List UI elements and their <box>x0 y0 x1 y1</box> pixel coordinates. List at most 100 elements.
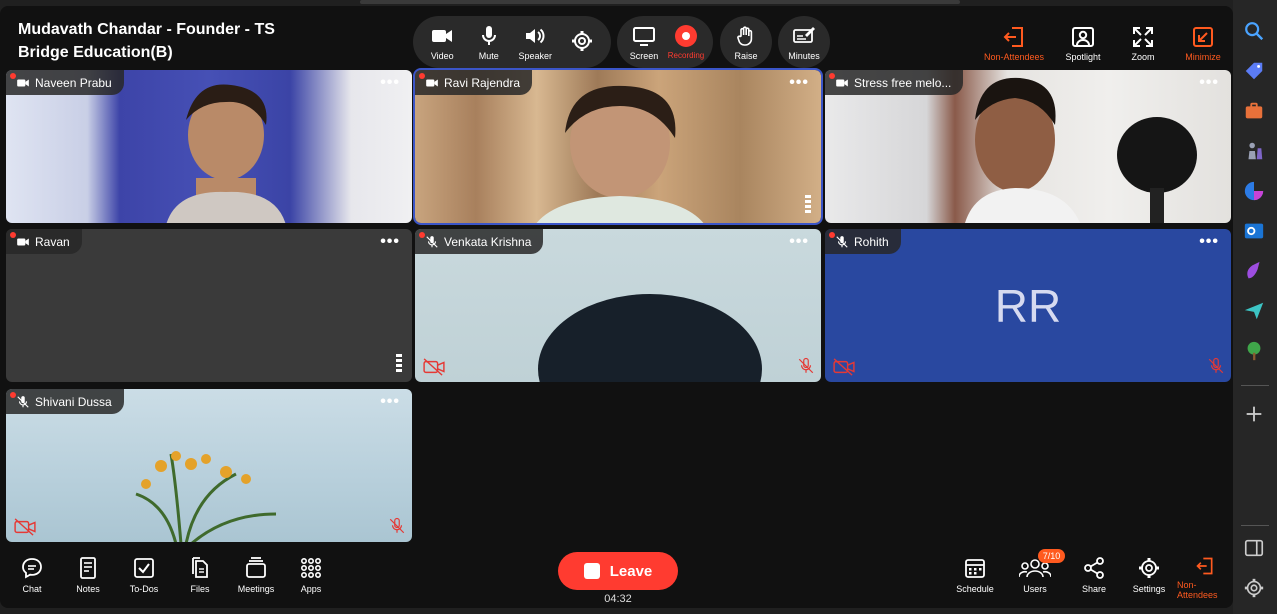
tree-icon[interactable] <box>1243 340 1265 362</box>
participant-tile[interactable]: Naveen Prabu ••• <box>6 70 412 223</box>
raise-control: Raise <box>720 16 772 68</box>
participant-tile[interactable]: Venkata Krishna ••• <box>415 229 821 382</box>
speaker-button[interactable]: Speaker <box>512 18 559 66</box>
camera-off-icon <box>423 358 445 376</box>
recording-indicator <box>10 73 16 79</box>
apps-grid-icon <box>300 557 321 578</box>
more-options-button[interactable]: ••• <box>789 233 809 251</box>
participant-name: Venkata Krishna <box>444 234 532 249</box>
spotlight-button[interactable]: Spotlight <box>1053 20 1113 66</box>
todos-button[interactable]: To-Dos <box>116 556 172 600</box>
files-icon <box>192 557 208 578</box>
plus-icon[interactable] <box>1243 403 1265 425</box>
recording-indicator <box>419 73 425 79</box>
video-camera-icon <box>836 79 848 86</box>
briefcase-icon[interactable] <box>1243 100 1265 122</box>
chat-bubble-icon <box>22 558 42 579</box>
apps-button[interactable]: Apps <box>283 556 339 600</box>
participant-tile[interactable]: Stress free melo... ••• <box>825 70 1231 223</box>
outlook-icon[interactable] <box>1243 220 1265 242</box>
participant-name: Shivani Dussa <box>35 394 112 409</box>
device-settings-button[interactable] <box>559 18 606 66</box>
gear-icon <box>1139 558 1159 578</box>
participant-name: Stress free melo... <box>854 75 952 90</box>
leave-button[interactable]: Leave <box>558 552 678 590</box>
video-button[interactable]: Video <box>419 18 466 66</box>
camera-off-icon <box>14 518 36 536</box>
participant-name-tag: Stress free melo... <box>825 70 964 95</box>
participant-name: Rohith <box>854 234 889 249</box>
participant-name-tag: Venkata Krishna <box>415 229 544 254</box>
non-attendees-button[interactable]: Non-Attendees <box>975 20 1053 66</box>
participant-name: Ravan <box>35 234 70 249</box>
designer-icon[interactable] <box>1243 260 1265 282</box>
microphone-icon <box>481 25 496 45</box>
exit-door-icon <box>1196 557 1213 575</box>
chess-icon[interactable] <box>1243 140 1265 162</box>
audio-level-icon <box>396 354 402 372</box>
search-icon[interactable] <box>1243 20 1265 42</box>
meetings-button[interactable]: Meetings <box>228 556 284 600</box>
share-icon <box>1084 557 1104 579</box>
checkbox-icon <box>134 558 154 578</box>
more-options-button[interactable]: ••• <box>1199 74 1219 92</box>
copilot-icon[interactable] <box>1243 180 1265 202</box>
users-count-badge: 7/10 <box>1038 549 1065 563</box>
recording-indicator <box>10 232 16 238</box>
minutes-button[interactable]: Minutes <box>780 18 828 66</box>
notes-button[interactable]: Notes <box>60 556 116 600</box>
screen-record-controls: Screen Recording <box>617 16 713 68</box>
video-camera-icon <box>17 79 29 86</box>
more-options-button[interactable]: ••• <box>380 393 400 411</box>
settings-button[interactable]: Settings <box>1121 556 1177 600</box>
meeting-timer: 04:32 <box>604 593 632 605</box>
recording-button[interactable]: Recording <box>665 18 707 66</box>
participant-name-tag: Rohith <box>825 229 901 254</box>
browser-sidebar <box>1233 0 1277 614</box>
participant-tile[interactable]: Shivani Dussa ••• <box>6 389 412 542</box>
minimize-arrow-icon <box>1193 26 1213 47</box>
minutes-pen-icon <box>793 26 815 43</box>
participant-tile-active-speaker[interactable]: Ravi Rajendra ••• <box>413 68 823 225</box>
video-feed <box>538 294 762 382</box>
schedule-button[interactable]: Schedule <box>947 556 1003 600</box>
video-feed <box>135 451 277 542</box>
monitor-icon <box>633 26 655 46</box>
record-icon <box>675 25 697 47</box>
gear-icon[interactable] <box>1243 577 1265 599</box>
app-window: Mudavath Chandar - Founder - TS Bridge E… <box>0 0 1277 614</box>
recording-indicator <box>419 232 425 238</box>
video-camera-icon <box>17 238 29 245</box>
screen-share-button[interactable]: Screen <box>623 18 665 66</box>
sidebar-divider <box>1241 385 1269 386</box>
camera-off-icon <box>833 358 855 376</box>
more-options-button[interactable]: ••• <box>380 233 400 251</box>
sidebar-toggle-icon[interactable] <box>1243 537 1265 559</box>
mic-off-icon <box>798 357 814 374</box>
mic-off-icon <box>426 235 438 248</box>
zoom-button[interactable]: Zoom <box>1113 20 1173 66</box>
top-scrollbar[interactable] <box>360 0 960 4</box>
stop-square-icon <box>583 563 600 579</box>
chat-button[interactable]: Chat <box>4 556 60 600</box>
participant-tile[interactable]: Ravan ••• <box>6 229 412 382</box>
participant-tile[interactable]: RR Rohith ••• <box>825 229 1231 382</box>
share-button[interactable]: Share <box>1066 556 1122 600</box>
meetings-stack-icon <box>246 557 266 578</box>
video-camera-icon <box>426 79 438 86</box>
mic-off-icon <box>836 235 848 248</box>
tag-icon[interactable] <box>1243 60 1265 82</box>
participant-name-tag: Ravi Rajendra <box>415 70 533 95</box>
video-camera-icon <box>432 29 453 42</box>
raise-hand-button[interactable]: Raise <box>722 18 770 66</box>
mute-button[interactable]: Mute <box>466 18 513 66</box>
video-feed <box>536 85 704 223</box>
more-options-button[interactable]: ••• <box>789 74 809 92</box>
files-button[interactable]: Files <box>172 556 228 600</box>
non-attendees-bottom-button[interactable]: Non-Attendees <box>1177 556 1233 600</box>
meeting-title: Mudavath Chandar - Founder - TS Bridge E… <box>18 21 275 61</box>
more-options-button[interactable]: ••• <box>1199 233 1219 251</box>
more-options-button[interactable]: ••• <box>380 74 400 92</box>
send-icon[interactable] <box>1243 300 1265 322</box>
minimize-button[interactable]: Minimize <box>1173 20 1233 66</box>
